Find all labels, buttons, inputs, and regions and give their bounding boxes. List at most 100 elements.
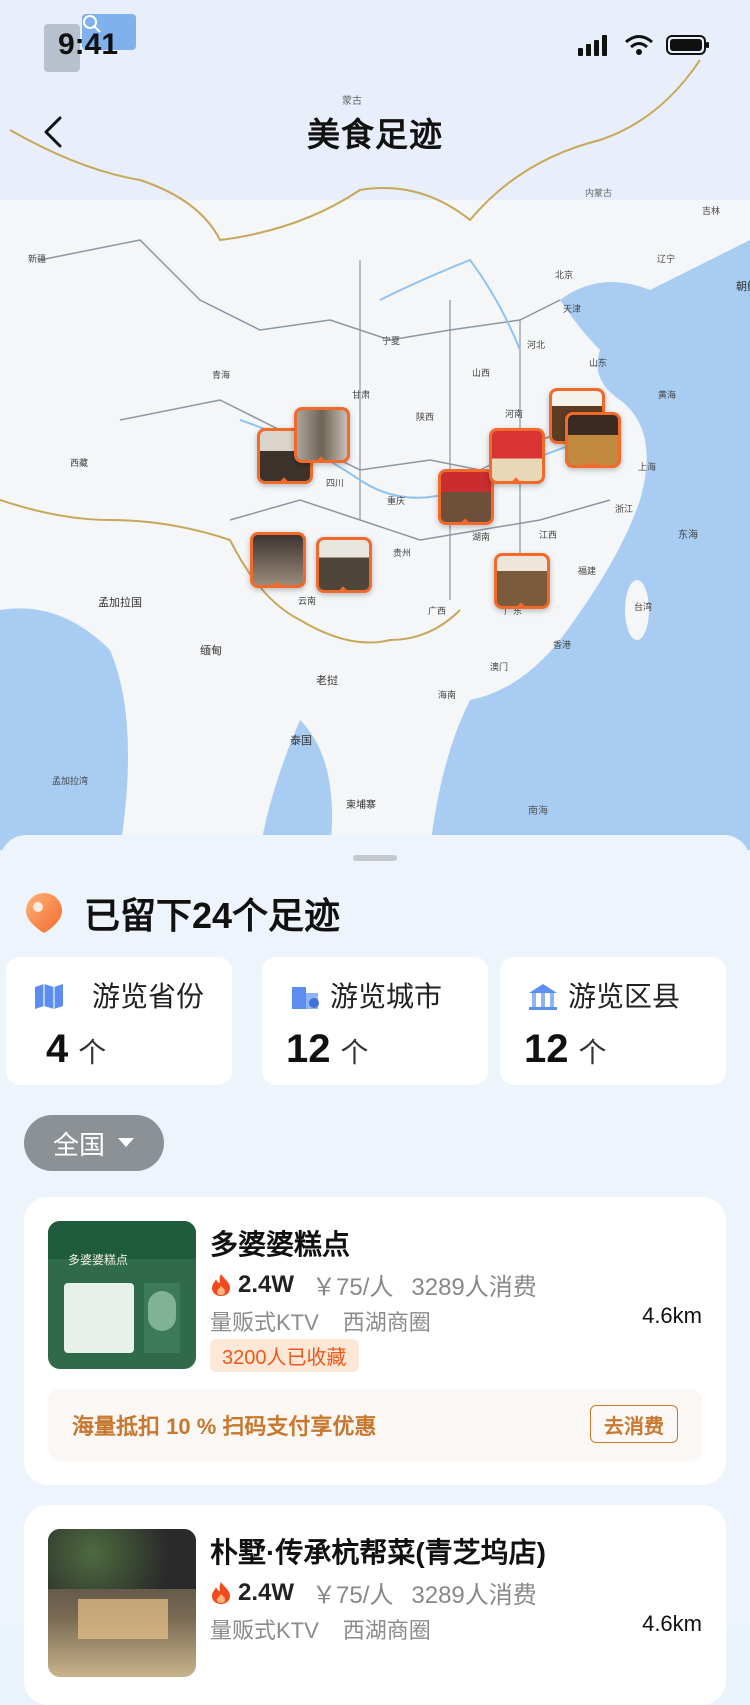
distance: 4.6km [642,1611,702,1636]
consumer-count: 3289人消费 [411,1582,537,1609]
map-label: 东海 [678,528,698,541]
stat-value: 12 个 [286,1027,369,1072]
restaurant-thumbnail [48,1529,196,1677]
cellular-signal-icon [578,35,607,56]
stat-unit: 个 [578,1037,607,1068]
map-label: 泰国 [290,733,312,747]
map-label: 河北 [527,339,545,350]
map-label: 河南 [505,408,523,419]
hot-value: 2.4W [238,1578,295,1606]
map-label: 天津 [563,304,581,314]
map-pin[interactable] [316,537,372,593]
map-label: 缅甸 [200,643,222,657]
map-label: 西藏 [70,457,88,468]
price-per-person: ￥75/人 [312,1274,394,1301]
city-icon [292,987,319,1009]
footprint-title: 已留下24个足迹 [84,895,341,936]
area-tag: 西湖商圈 [342,1310,431,1335]
map-label: 上海 [638,461,656,472]
map-label: 重庆 [387,495,405,506]
map-label: 吉林 [702,205,720,216]
map-label: 陕西 [416,411,434,422]
restaurant-tags: 量贩式KTV 西湖商圈 [210,1305,431,1337]
stat-number: 12 [286,1027,331,1071]
battery-icon [666,35,709,55]
favorites-badge: 3200人已收藏 [210,1339,359,1372]
map-label: 海南 [438,689,456,700]
map-pin[interactable] [294,407,350,463]
map-label: 甘肃 [352,389,370,400]
map-label: 贵州 [393,547,411,558]
category-tag: 量贩式KTV [210,1618,319,1643]
map-label: 宁夏 [382,335,400,346]
map-label: 朝鲜 [736,279,750,293]
caret-down-icon [118,1138,134,1147]
map-label: 广西 [428,605,446,616]
stat-number: 12 [524,1027,569,1071]
status-icons [578,34,710,56]
restaurant-card[interactable]: 多婆婆糕点 多婆婆糕点 2.4W ￥75/人 3289人消费 量贩式KTV 西湖… [24,1197,726,1485]
wifi-icon [625,35,653,55]
map-pin[interactable] [250,532,306,588]
go-consume-button[interactable]: 去消费 [590,1405,678,1443]
stat-unit: 个 [340,1037,369,1068]
map-label: 蒙古 [342,94,362,107]
stat-value: 4个 [46,1027,106,1072]
map-pin[interactable] [489,428,545,484]
hot-score: 2.4W [210,1579,294,1607]
map-label: 柬埔寨 [346,798,376,811]
flame-icon [212,1273,230,1296]
map-label: 孟加拉湾 [52,775,88,786]
footprint-sheet: 已留下24个足迹 游览省份 4个 游览城市 12 个 游览区县 12 个 全国 多婆… [0,835,750,1705]
map-label: 湖南 [472,531,490,542]
map-label: 澳门 [490,661,508,672]
hot-score: 2.4W [210,1271,294,1299]
flame-icon [212,1581,230,1604]
map-label: 南海 [528,804,548,817]
region-filter-dropdown[interactable]: 全国 [24,1115,164,1171]
area-tag: 西湖商圈 [342,1618,431,1643]
map-label: 台湾 [634,601,652,612]
region-filter-label: 全国 [52,1129,105,1160]
restaurant-name: 多婆婆糕点 [210,1229,351,1260]
status-bar: 9:41 [0,0,750,90]
restaurant-name: 朴墅·传承杭帮菜(青芝坞店) [210,1537,546,1568]
price-per-person: ￥75/人 [312,1582,394,1609]
map-label: 江西 [539,530,557,540]
map-pin[interactable] [494,553,550,609]
map-label: 四川 [326,478,344,488]
map-label: 北京 [555,269,573,280]
hot-value: 2.4W [238,1270,295,1298]
map-pin[interactable] [438,469,494,525]
map-label: 浙江 [615,503,633,514]
stat-number: 4 [46,1027,69,1071]
stat-label: 游览城市 [330,981,443,1012]
map-label: 黄海 [658,389,676,400]
stat-districts: 游览区县 12 个 [500,957,726,1085]
map-label: 内蒙古 [585,187,612,198]
map-label: 山东 [589,357,607,368]
restaurant-tags: 量贩式KTV 西湖商圈 [210,1613,431,1645]
stat-value: 12 个 [524,1027,607,1072]
stat-unit: 个 [78,1037,107,1068]
stat-provinces: 游览省份 4个 [6,957,232,1085]
distance: 4.6km [642,1303,702,1328]
map-label: 香港 [553,639,571,650]
sheet-grabber[interactable] [353,855,397,861]
map-pin[interactable] [565,412,621,468]
footprint-header: 已留下24个足迹 [24,887,340,939]
district-building-icon [529,984,557,1010]
map-label: 辽宁 [657,253,675,264]
map-label: 老挝 [316,673,338,687]
map-label: 云南 [298,595,316,606]
promo-text: 海量抵扣 10 % 扫码支付享优惠 [72,1414,377,1439]
map-icon [35,984,63,1009]
map-label: 山西 [472,368,490,378]
thumbnail-sign: 多婆婆糕点 [68,1253,129,1267]
map-label: 福建 [578,565,596,576]
consumer-count: 3289人消费 [411,1274,537,1301]
restaurant-thumbnail: 多婆婆糕点 [48,1221,196,1369]
restaurant-meta: 2.4W ￥75/人 3289人消费 [210,1267,537,1302]
restaurant-card[interactable]: 朴墅·传承杭帮菜(青芝坞店) 2.4W ￥75/人 3289人消费 量贩式KTV… [24,1505,726,1705]
map-label: 孟加拉国 [98,595,142,609]
